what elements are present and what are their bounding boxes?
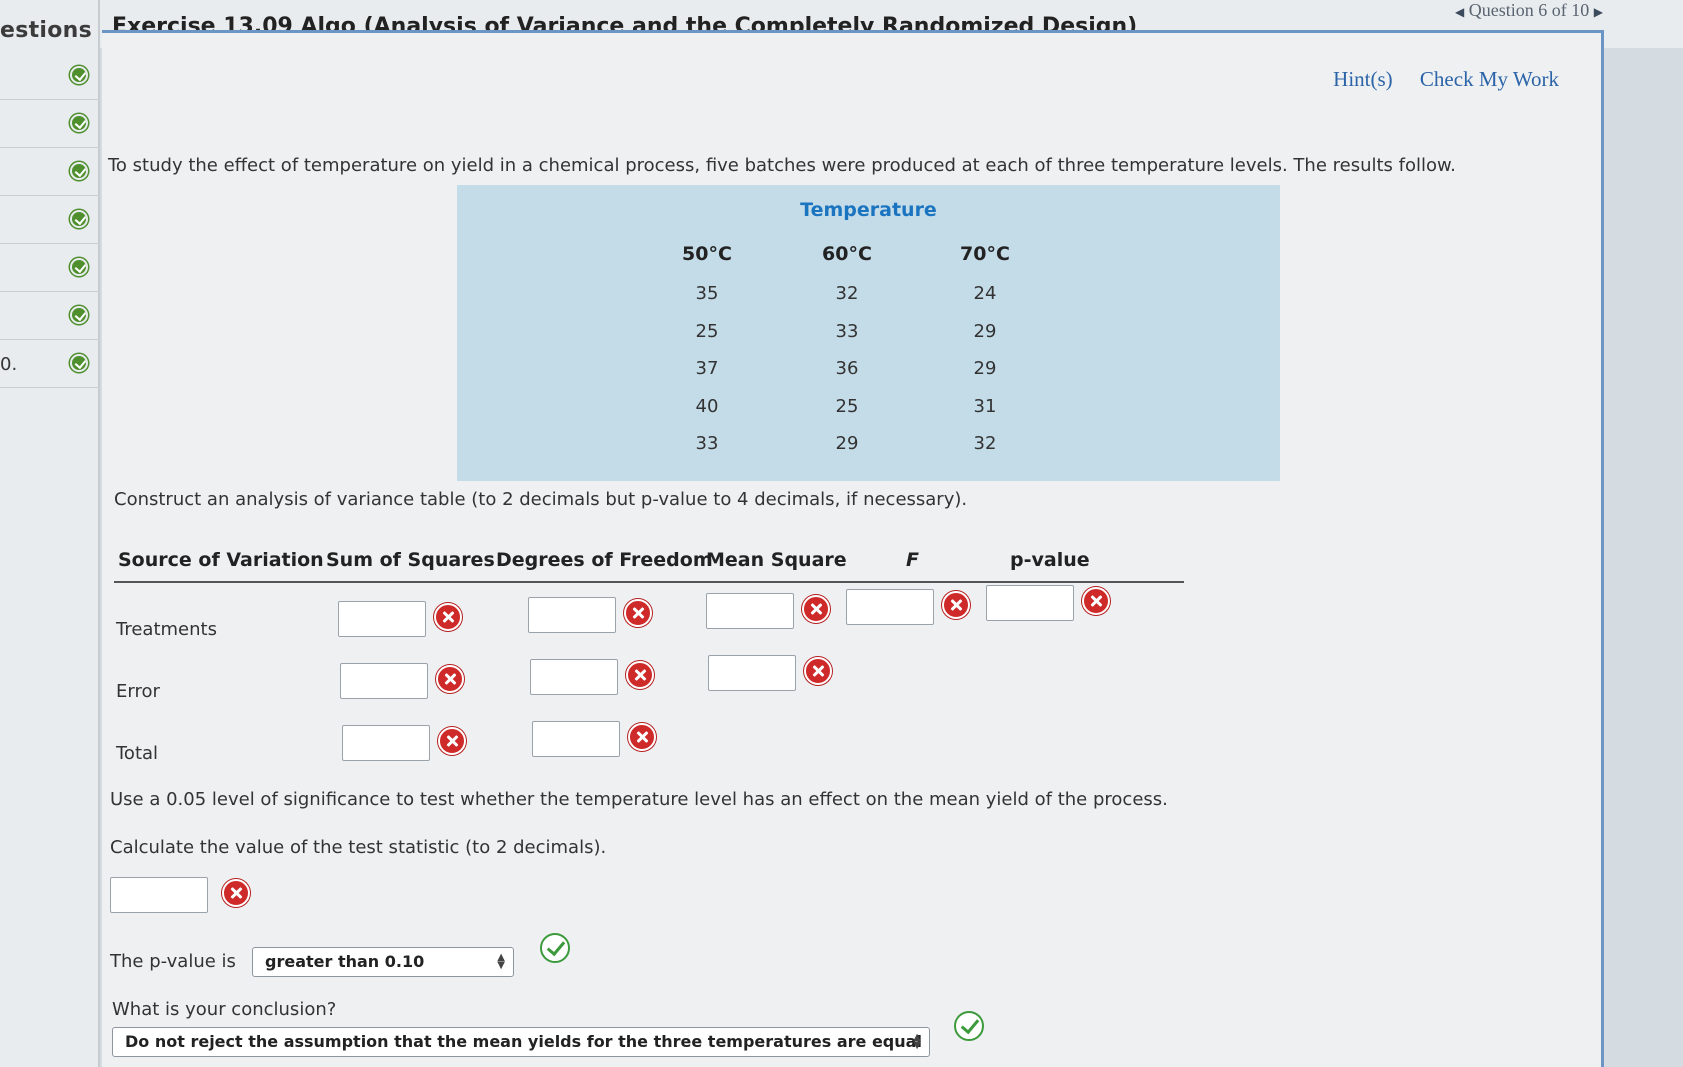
total-df-input[interactable] <box>532 721 620 757</box>
treatments-pvalue-input[interactable] <box>986 585 1074 621</box>
rail-question-4[interactable] <box>0 196 100 244</box>
correct-check-icon <box>954 1011 984 1041</box>
temperature-data-table: Temperature 50°C 35 25 37 40 33 60°C 32 … <box>457 185 1280 481</box>
header-source: Source of Variation <box>118 549 324 571</box>
header-f: F <box>906 549 919 571</box>
error-ss-input[interactable] <box>340 663 428 699</box>
dropdown-arrows-icon: ▲ ▼ <box>497 952 505 971</box>
rail-question-3[interactable] <box>0 148 100 196</box>
total-ss-input[interactable] <box>342 725 430 761</box>
incorrect-x-icon <box>1082 587 1110 615</box>
prev-arrow-icon[interactable]: ◀ <box>1455 5 1464 19</box>
rail-question-6[interactable] <box>0 292 100 340</box>
conclusion-dropdown[interactable]: Do not reject the assumption that the me… <box>112 1027 930 1057</box>
treatments-f-input[interactable] <box>846 589 934 625</box>
incorrect-x-icon <box>624 599 652 627</box>
row-label-total: Total <box>116 743 159 764</box>
complete-check-icon <box>70 114 88 132</box>
action-links: Hint(s) Check My Work <box>1311 67 1559 92</box>
header-ms: Mean Square <box>706 549 847 571</box>
row-label-treatments: Treatments <box>116 619 217 640</box>
header-df: Degrees of Freedom <box>496 549 713 571</box>
rail-question-2[interactable] <box>0 100 100 148</box>
complete-check-icon <box>70 258 88 276</box>
hints-link[interactable]: Hint(s) <box>1333 67 1393 91</box>
incorrect-x-icon <box>626 661 654 689</box>
complete-check-icon <box>70 66 88 84</box>
column-50c: 50°C 35 25 37 40 33 <box>682 243 732 454</box>
next-arrow-icon[interactable]: ▶ <box>1594 5 1603 19</box>
incorrect-x-icon <box>438 727 466 755</box>
question-rail: estions 0. <box>0 0 100 1067</box>
incorrect-x-icon <box>434 603 462 631</box>
rail-question-5[interactable] <box>0 244 100 292</box>
complete-check-icon <box>70 210 88 228</box>
check-my-work-link[interactable]: Check My Work <box>1420 67 1559 91</box>
header-ss: Sum of Squares <box>326 549 495 571</box>
error-df-input[interactable] <box>530 659 618 695</box>
column-70c: 70°C 24 29 29 31 32 <box>960 243 1010 454</box>
anova-instructions: Construct an analysis of variance table … <box>114 489 968 510</box>
test-statistic-prompt: Calculate the value of the test statisti… <box>110 837 607 858</box>
question-panel: Hint(s) Check My Work To study the effec… <box>102 30 1604 1067</box>
treatments-ss-input[interactable] <box>338 601 426 637</box>
complete-check-icon <box>70 354 88 372</box>
incorrect-x-icon <box>436 665 464 693</box>
pvalue-label: The p-value is <box>110 951 236 972</box>
correct-check-icon <box>540 933 570 963</box>
error-ms-input[interactable] <box>708 655 796 691</box>
column-60c: 60°C 32 33 36 25 29 <box>822 243 872 454</box>
anova-header-row: Source of Variation Sum of Squares Degre… <box>114 543 1184 583</box>
header-pvalue: p-value <box>1010 549 1090 571</box>
question-counter: Question 6 of 10 <box>1468 0 1590 20</box>
conclusion-label: What is your conclusion? <box>112 999 337 1020</box>
significance-prompt: Use a 0.05 level of significance to test… <box>110 789 1168 810</box>
incorrect-x-icon <box>628 723 656 751</box>
pvalue-dropdown[interactable]: greater than 0.10 ▲ ▼ <box>252 947 514 977</box>
rail-question-1[interactable] <box>0 52 100 100</box>
complete-check-icon <box>70 162 88 180</box>
complete-check-icon <box>70 306 88 324</box>
treatments-ms-input[interactable] <box>706 593 794 629</box>
test-statistic-input[interactable] <box>110 877 208 913</box>
problem-intro: To study the effect of temperature on yi… <box>108 155 1456 176</box>
rail-question-7[interactable]: 0. <box>0 340 100 388</box>
rail-header: estions <box>0 18 93 43</box>
question-navigator[interactable]: ◀ Question 6 of 10 ▶ <box>1455 0 1603 21</box>
incorrect-x-icon <box>942 591 970 619</box>
table-title: Temperature <box>800 199 937 221</box>
incorrect-x-icon <box>802 595 830 623</box>
dropdown-arrows-icon: ▲ ▼ <box>913 1032 921 1051</box>
treatments-df-input[interactable] <box>528 597 616 633</box>
incorrect-x-icon <box>804 657 832 685</box>
row-label-error: Error <box>116 681 160 702</box>
incorrect-x-icon <box>222 879 250 907</box>
